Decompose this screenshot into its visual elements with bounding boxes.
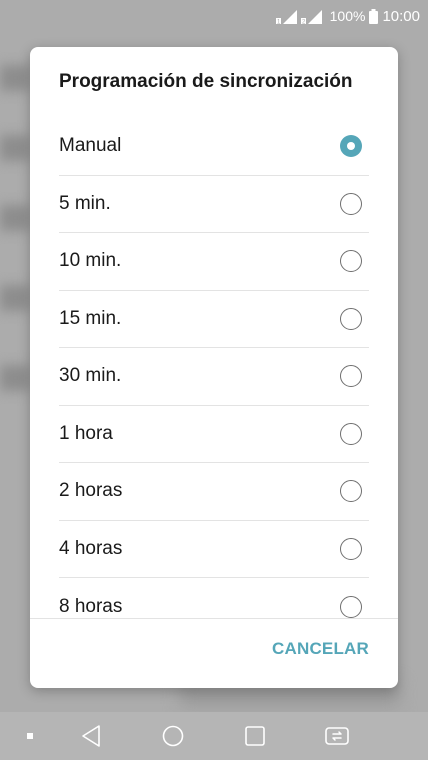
option-label: 8 horas xyxy=(59,595,123,617)
navigation-bar xyxy=(0,712,428,760)
radio-unselected-icon[interactable] xyxy=(340,307,362,330)
option-5-min[interactable]: 5 min. xyxy=(59,176,369,233)
back-icon[interactable] xyxy=(74,712,108,760)
option-label: 4 horas xyxy=(59,537,123,559)
sync-schedule-dialog: Programación de sincronización Manual 5 … xyxy=(30,47,398,688)
signal-sim2-icon: 2 xyxy=(300,8,323,24)
dialog-title: Programación de sincronización xyxy=(59,71,353,92)
cancel-button[interactable]: CANCELAR xyxy=(272,639,369,659)
signal-sim1-icon: 1 xyxy=(275,8,298,24)
options-list[interactable]: Manual 5 min. 10 min. 15 min. 30 min. 1 … xyxy=(30,118,398,618)
background-blur xyxy=(0,205,30,231)
dot-icon[interactable] xyxy=(20,712,40,760)
dialog-divider xyxy=(30,618,398,619)
background-blur xyxy=(0,285,30,311)
option-label: Manual xyxy=(59,135,122,157)
status-bar: 1 2 100% 10:00 xyxy=(0,0,428,32)
option-2-hours[interactable]: 2 horas xyxy=(59,463,369,521)
background-blur xyxy=(0,65,30,91)
radio-selected-icon[interactable] xyxy=(340,135,362,158)
radio-unselected-icon[interactable] xyxy=(340,250,362,273)
background-blur xyxy=(0,135,30,161)
battery-percent: 100% xyxy=(329,8,366,24)
clock: 10:00 xyxy=(382,7,420,25)
option-label: 30 min. xyxy=(59,365,122,387)
option-label: 2 horas xyxy=(59,480,123,502)
radio-unselected-icon[interactable] xyxy=(340,192,362,215)
option-10-min[interactable]: 10 min. xyxy=(59,233,369,291)
option-label: 10 min. xyxy=(59,250,122,272)
option-label: 15 min. xyxy=(59,307,122,329)
option-8-hours[interactable]: 8 horas xyxy=(59,578,369,618)
battery-icon xyxy=(369,8,379,24)
option-manual[interactable]: Manual xyxy=(59,118,369,176)
radio-unselected-icon[interactable] xyxy=(340,422,362,445)
option-15-min[interactable]: 15 min. xyxy=(59,291,369,348)
radio-unselected-icon[interactable] xyxy=(340,537,362,560)
radio-unselected-icon[interactable] xyxy=(340,480,362,503)
dual-window-icon[interactable] xyxy=(320,712,354,760)
background-blur xyxy=(0,365,30,391)
option-label: 5 min. xyxy=(59,192,111,214)
option-4-hours[interactable]: 4 horas xyxy=(59,521,369,578)
radio-unselected-icon[interactable] xyxy=(340,595,362,618)
option-label: 1 hora xyxy=(59,422,113,444)
radio-unselected-icon[interactable] xyxy=(340,365,362,388)
home-icon[interactable] xyxy=(156,712,190,760)
option-30-min[interactable]: 30 min. xyxy=(59,348,369,406)
recent-apps-icon[interactable] xyxy=(238,712,272,760)
option-1-hour[interactable]: 1 hora xyxy=(59,406,369,463)
